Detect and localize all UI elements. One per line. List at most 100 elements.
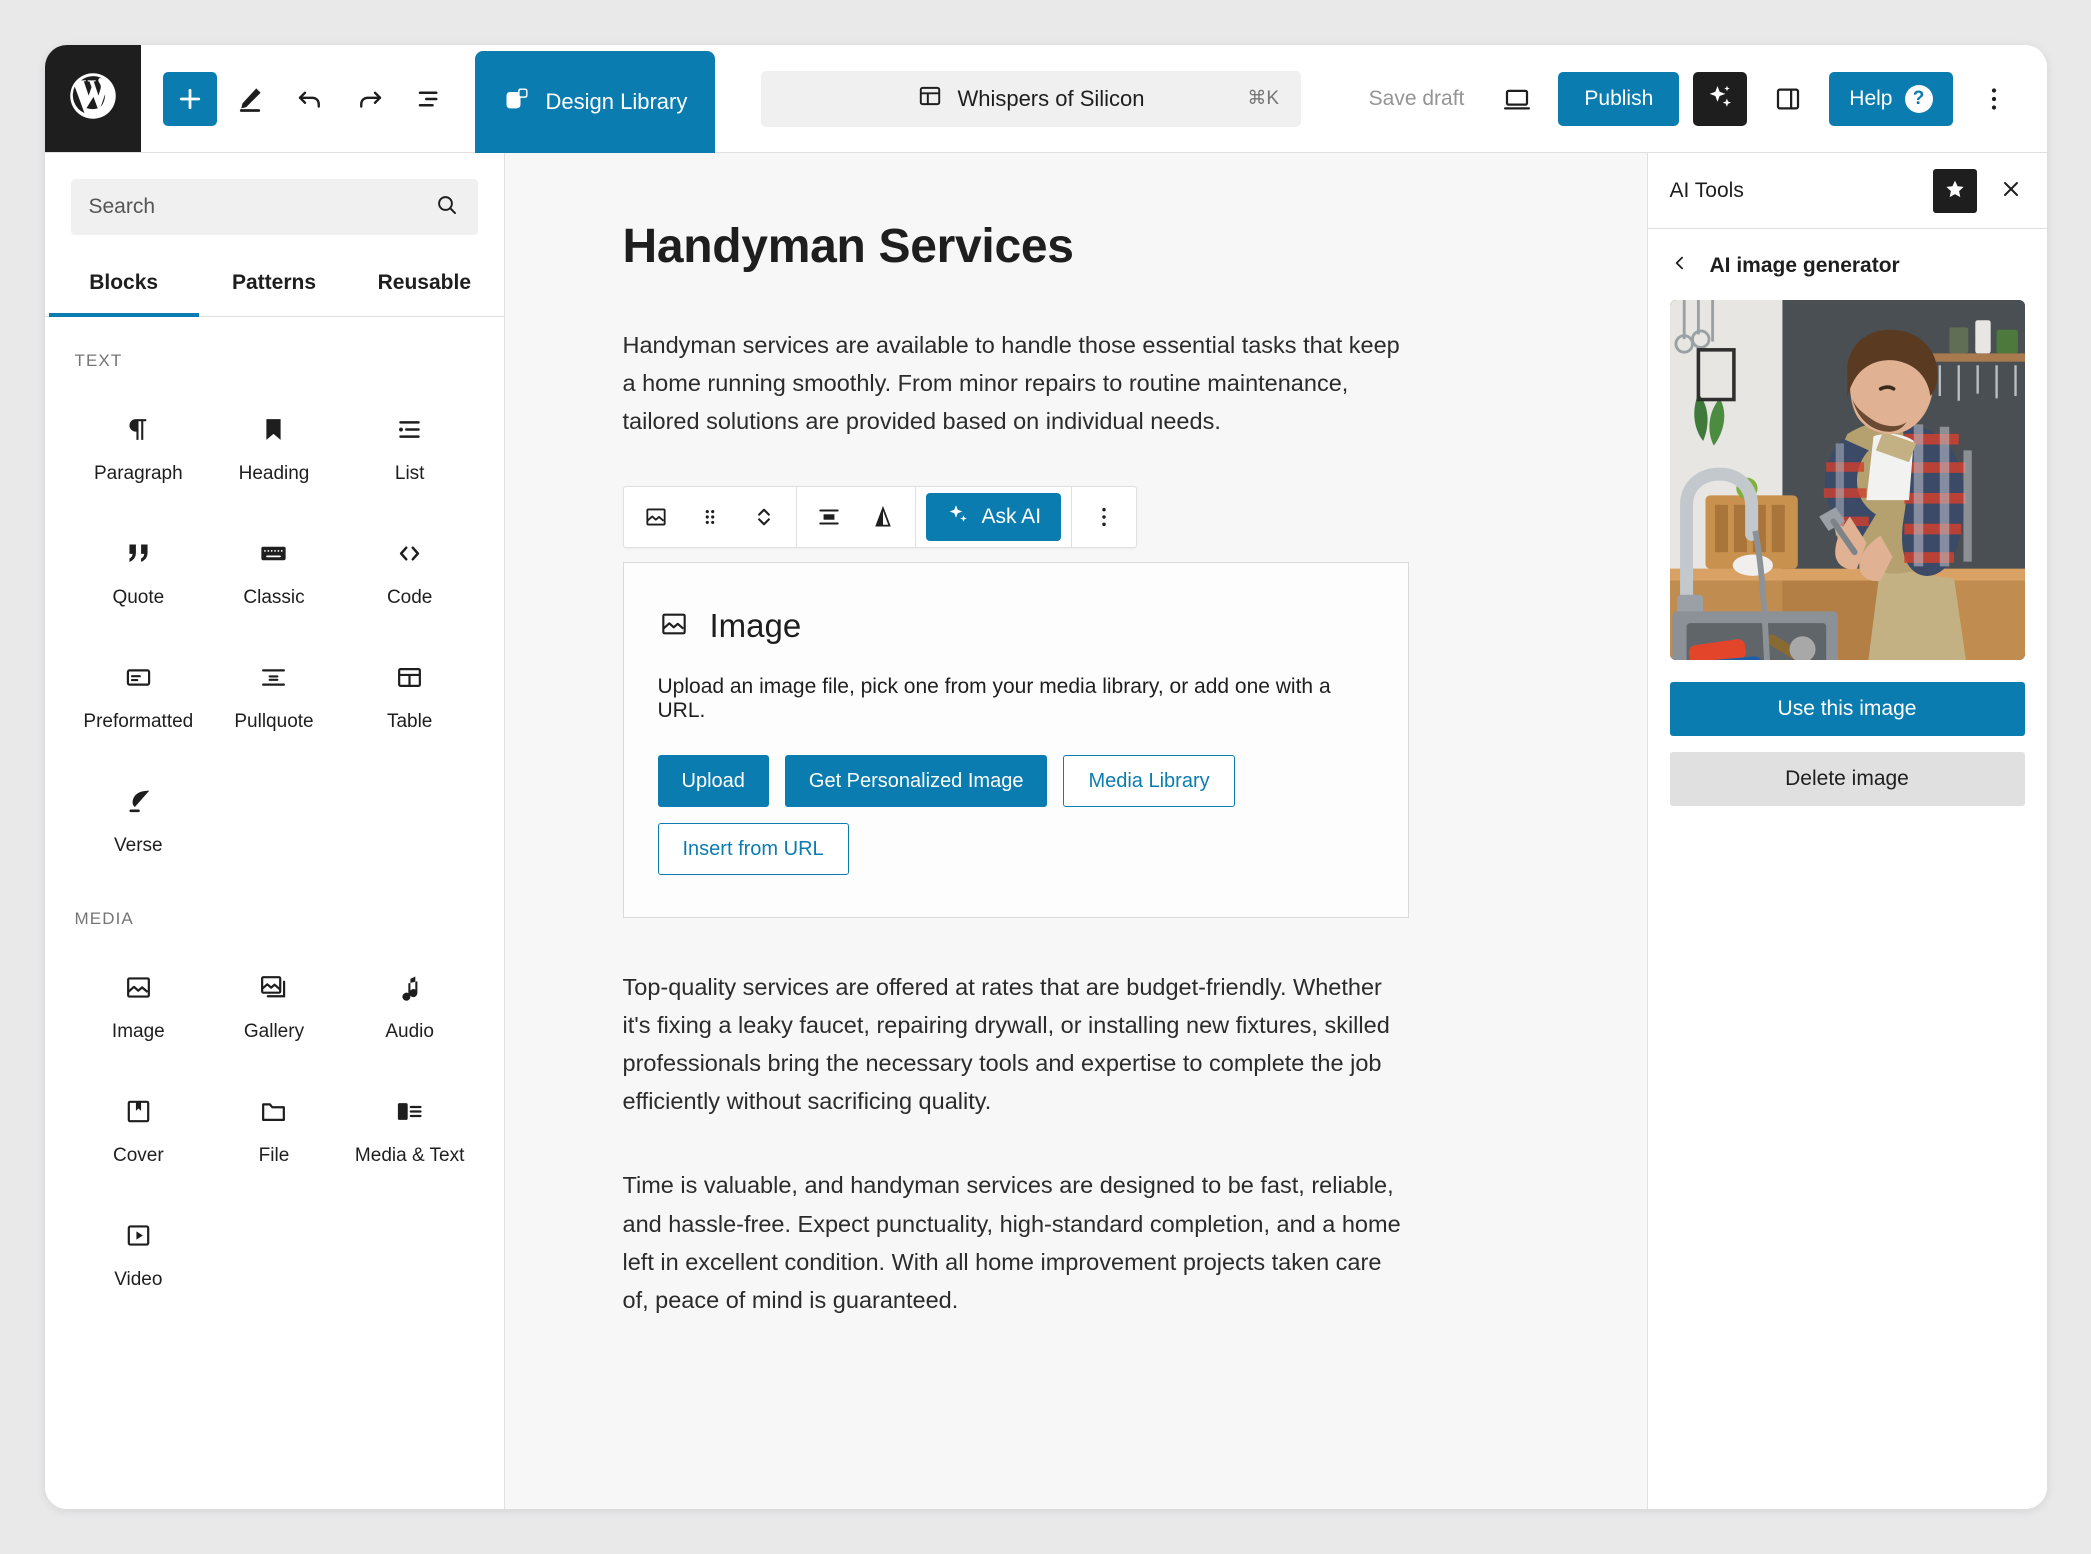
block-type-button[interactable] — [630, 487, 682, 547]
ai-favorite-button[interactable] — [1932, 168, 1977, 213]
wordpress-logo-icon — [67, 70, 119, 127]
block-heading[interactable]: Heading — [206, 389, 342, 503]
generated-image[interactable] — [1669, 300, 2025, 660]
block-video[interactable]: Video — [71, 1195, 207, 1309]
design-library-button[interactable]: Design Library — [474, 51, 716, 153]
paragraph-block-2[interactable]: Top-quality services are offered at rate… — [623, 968, 1409, 1120]
block-label: Preformatted — [83, 711, 194, 732]
gallery-stack-icon — [258, 969, 289, 1005]
block-cover[interactable]: Cover — [71, 1071, 207, 1185]
sidebar-panel-icon — [1773, 84, 1803, 114]
ai-panel-close-button[interactable] — [1989, 169, 2033, 213]
block-file[interactable]: File — [206, 1071, 342, 1185]
block-preformatted[interactable]: Preformatted — [71, 637, 207, 751]
design-library-icon — [503, 85, 531, 119]
bullet-list-icon — [394, 411, 425, 447]
media-library-button[interactable]: Media Library — [1063, 755, 1235, 808]
block-label: Video — [114, 1269, 163, 1290]
get-personalized-image-button[interactable]: Get Personalized Image — [784, 755, 1048, 808]
block-media-and-text[interactable]: Media & Text — [342, 1071, 478, 1185]
block-label: Table — [386, 711, 433, 732]
header-left-toolbar — [141, 45, 475, 152]
drag-handle-button[interactable] — [684, 487, 736, 547]
align-center-icon — [816, 504, 842, 530]
duotone-filter-button[interactable] — [857, 487, 909, 547]
move-block-button[interactable] — [738, 487, 790, 547]
ai-assistant-button[interactable] — [1693, 71, 1748, 126]
ai-panel-header: AI Tools — [1647, 153, 2047, 229]
block-audio[interactable]: Audio — [342, 947, 478, 1061]
delete-image-button[interactable]: Delete image — [1669, 752, 2025, 806]
paragraph-block-1[interactable]: Handyman services are available to handl… — [623, 326, 1409, 440]
edit-tool-button[interactable] — [223, 72, 277, 126]
block-classic[interactable]: Classic — [206, 513, 342, 627]
wordpress-logo-button[interactable] — [44, 45, 141, 152]
ask-ai-button[interactable]: Ask AI — [925, 493, 1062, 542]
pencil-icon — [235, 84, 265, 114]
block-label: Classic — [243, 587, 305, 608]
block-paragraph[interactable]: Paragraph — [71, 389, 207, 503]
editor-body: Blocks Patterns Reusable TEXT Paragraph — [44, 153, 2047, 1509]
align-button[interactable] — [803, 487, 855, 547]
blocks-scroll-area[interactable]: TEXT Paragraph Heading List Quote Classi… — [45, 317, 504, 1509]
help-label: Help — [1849, 86, 1893, 110]
block-toolbar-group-type — [624, 487, 797, 548]
cover-bookmark-icon — [123, 1093, 154, 1129]
paragraph-block-3[interactable]: Time is valuable, and handyman services … — [623, 1166, 1409, 1318]
image-icon — [658, 608, 690, 645]
save-draft-button[interactable]: Save draft — [1357, 87, 1477, 111]
block-list[interactable]: List — [342, 389, 478, 503]
image-placeholder-block[interactable]: Image Upload an image file, pick one fro… — [622, 562, 1409, 919]
drag-handle-dots-icon — [697, 504, 723, 530]
search-box[interactable] — [70, 179, 478, 235]
image-icon — [123, 969, 154, 1005]
image-block-title: Image — [709, 607, 802, 645]
block-table[interactable]: Table — [342, 637, 478, 751]
publish-button[interactable]: Publish — [1558, 71, 1680, 126]
use-this-image-button[interactable]: Use this image — [1669, 682, 2025, 736]
block-label: Cover — [112, 1145, 164, 1166]
block-gallery[interactable]: Gallery — [206, 947, 342, 1061]
tab-reusable[interactable]: Reusable — [349, 251, 499, 317]
ai-image-generator-back-nav[interactable]: AI image generator — [1648, 229, 2047, 300]
block-label: File — [258, 1145, 290, 1166]
redo-button[interactable] — [343, 72, 397, 126]
upload-button[interactable]: Upload — [657, 755, 769, 808]
document-overview-button[interactable] — [403, 72, 457, 126]
block-verse[interactable]: Verse — [71, 761, 207, 875]
undo-button[interactable] — [283, 72, 337, 126]
block-quote[interactable]: Quote — [71, 513, 207, 627]
image-block-description: Upload an image file, pick one from your… — [657, 675, 1331, 723]
block-pullquote[interactable]: Pullquote — [206, 637, 342, 751]
tab-patterns[interactable]: Patterns — [199, 251, 349, 317]
document-switcher[interactable]: Whispers of Silicon ⌘K — [761, 70, 1301, 127]
block-code[interactable]: Code — [342, 513, 478, 627]
block-grid-text: Paragraph Heading List Quote Classic Cod… — [71, 389, 478, 875]
search-icon — [434, 192, 460, 223]
block-toolbar-group-more — [1072, 487, 1136, 547]
block-label: Audio — [385, 1021, 434, 1042]
kebab-menu-icon — [1091, 504, 1117, 530]
wordpress-editor-window: Design Library Whispers of Silicon ⌘K Sa… — [44, 45, 2047, 1509]
ai-panel-section-label: AI image generator — [1709, 253, 1900, 277]
insert-from-url-button[interactable]: Insert from URL — [657, 823, 849, 876]
page-title[interactable]: Handyman Services — [623, 219, 1409, 274]
add-block-button[interactable] — [162, 71, 217, 126]
search-input[interactable] — [88, 195, 434, 219]
group-label-text: TEXT — [74, 351, 123, 370]
block-more-options-button[interactable] — [1078, 487, 1130, 547]
chevron-left-icon — [1670, 253, 1690, 278]
settings-sidebar-toggle[interactable] — [1761, 72, 1815, 126]
more-options-button[interactable] — [1967, 72, 2021, 126]
folder-icon — [258, 1093, 289, 1129]
image-block-actions: Upload Get Personalized Image Media Libr… — [657, 755, 1374, 876]
preview-button[interactable] — [1490, 72, 1544, 126]
document-title: Whispers of Silicon — [957, 85, 1145, 111]
star-icon — [1943, 177, 1967, 204]
block-image[interactable]: Image — [71, 947, 207, 1061]
help-button[interactable]: Help ? — [1829, 71, 1953, 126]
list-view-icon — [415, 84, 445, 114]
header-center: Whispers of Silicon ⌘K — [715, 45, 1346, 152]
editor-canvas[interactable]: Handyman Services Handyman services are … — [504, 153, 1647, 1509]
tab-blocks[interactable]: Blocks — [48, 251, 199, 317]
